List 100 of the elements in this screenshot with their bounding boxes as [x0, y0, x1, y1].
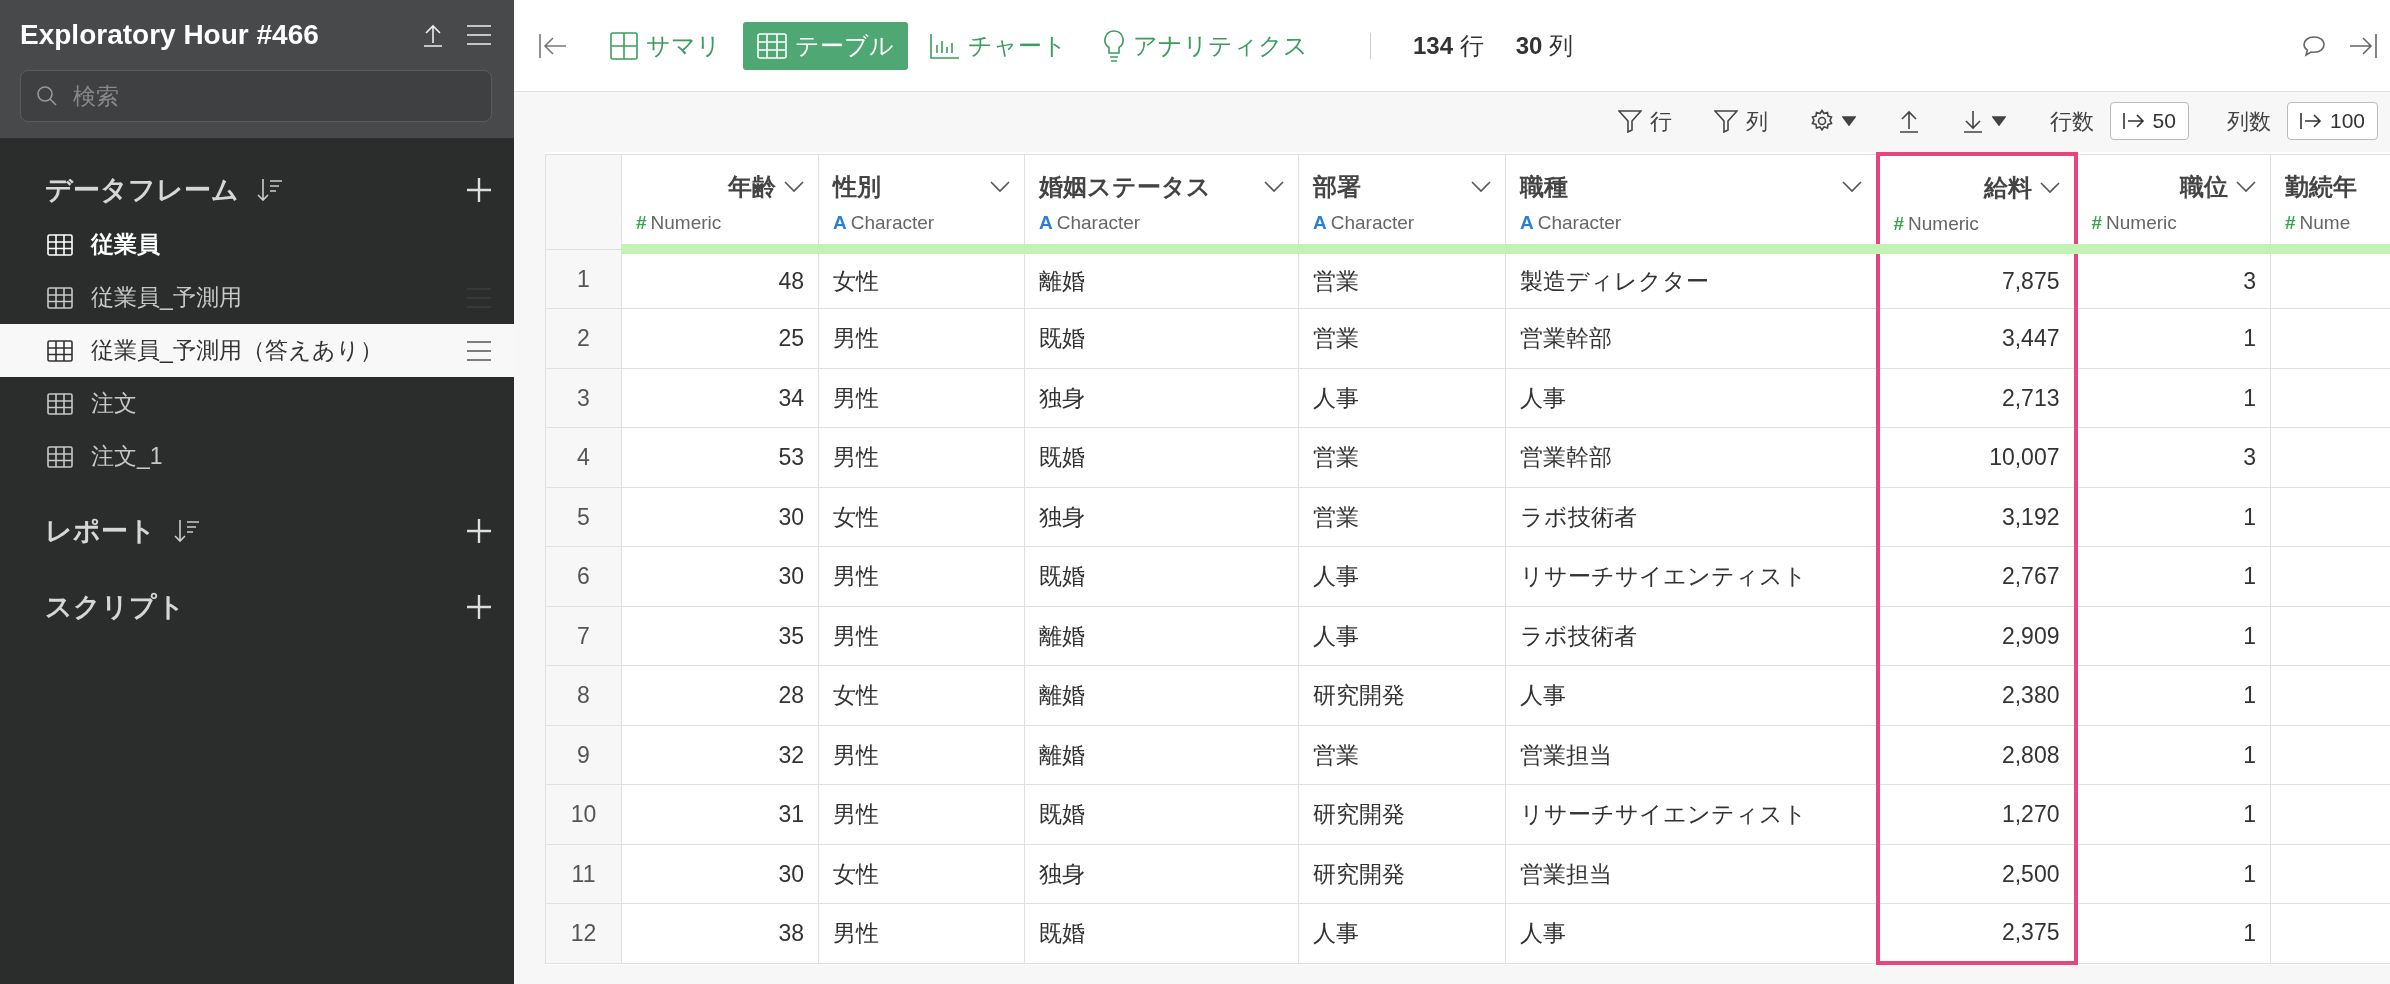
table-cell: 2,808: [1877, 725, 2076, 785]
table-cell: 男性: [818, 308, 1025, 368]
column-header[interactable]: 職位: [2180, 168, 2228, 205]
sort-icon[interactable]: [257, 177, 283, 203]
filter-button[interactable]: 行: [1611, 102, 1678, 140]
chevron-down-icon[interactable]: [1841, 180, 1862, 193]
column-header[interactable]: 職種: [1520, 168, 1568, 205]
menu-icon[interactable]: [466, 339, 492, 362]
section-title: レポート: [45, 514, 156, 548]
section-title: データフレーム: [45, 173, 239, 207]
column-header[interactable]: 勤続年: [2285, 168, 2357, 205]
upload-icon[interactable]: [422, 23, 444, 47]
table-cell: 2,767: [1877, 546, 2076, 606]
filter-button[interactable]: 列: [1707, 102, 1774, 140]
collapse-right-icon[interactable]: [2348, 32, 2378, 59]
table-cell: 1: [2075, 844, 2271, 904]
arrow-to-icon: [2299, 112, 2322, 130]
type-icon: A: [833, 208, 847, 237]
sidebar-item[interactable]: 従業員: [0, 218, 514, 271]
table-cell: 男性: [818, 368, 1025, 428]
column-type: Character: [1537, 210, 1622, 235]
plus-icon[interactable]: [466, 177, 492, 203]
row-number: 6: [545, 546, 622, 606]
table-cell: 営業: [1298, 487, 1506, 547]
table-cell: 男性: [818, 903, 1025, 963]
column-header[interactable]: 性別: [833, 168, 881, 205]
chevron-down-icon[interactable]: [1471, 180, 1491, 193]
grid-icon: [610, 31, 638, 60]
sort-icon[interactable]: [174, 518, 200, 544]
table-cell: 3,447: [1877, 308, 2076, 368]
collapse-left-icon[interactable]: [538, 32, 568, 59]
table-cell: 3: [2075, 427, 2271, 487]
column-header[interactable]: 婚姻ステータス: [1039, 168, 1211, 205]
type-icon: A: [1039, 208, 1053, 237]
upload-icon: [1897, 109, 1920, 133]
column-type: Character: [1330, 210, 1415, 235]
column-header[interactable]: 給料: [1983, 170, 2032, 206]
plus-icon[interactable]: [466, 594, 492, 620]
filter-icon: [1713, 109, 1738, 133]
chevron-down-icon[interactable]: [2039, 182, 2060, 194]
sidebar-item[interactable]: 従業員_予測用: [0, 271, 514, 324]
table-icon: [47, 392, 73, 415]
row-number: 12: [545, 903, 622, 963]
table-cell: 既婚: [1024, 903, 1299, 963]
table-cell: 独身: [1024, 368, 1299, 428]
chevron-down-icon[interactable]: [2236, 180, 2256, 193]
plus-icon[interactable]: [466, 518, 492, 544]
table-cell: 独身: [1024, 487, 1299, 547]
row-number: 9: [545, 725, 622, 785]
limit-field[interactable]: 100: [2286, 102, 2378, 140]
table-cell: 研究開発: [1298, 844, 1506, 904]
comment-icon[interactable]: [2302, 34, 2326, 57]
table-cell: 離婚: [1024, 606, 1299, 666]
table-cell: 離婚: [1024, 665, 1299, 725]
table-icon: [47, 339, 73, 362]
chevron-down-icon[interactable]: [784, 180, 804, 193]
column-type: Numeric: [1908, 212, 1979, 236]
table-cell: 人事: [1298, 606, 1506, 666]
sidebar-item[interactable]: 注文_1: [0, 430, 514, 483]
table-cell: 53: [621, 427, 819, 487]
type-icon: #: [636, 208, 647, 237]
table-cell: 男性: [818, 784, 1025, 844]
table-cell: 28: [621, 665, 819, 725]
column-header[interactable]: 部署: [1313, 168, 1361, 205]
row-number: 5: [545, 487, 622, 547]
table-cell: 1,270: [1877, 784, 2076, 844]
table-cell: 男性: [818, 606, 1025, 666]
table-cell: 2,380: [1877, 665, 2076, 725]
table-cell: 3,192: [1877, 487, 2076, 547]
row-number: 11: [545, 844, 622, 904]
table-cell: 営業: [1298, 427, 1506, 487]
sidebar-item[interactable]: 注文: [0, 377, 514, 430]
project-title: Exploratory Hour #466: [20, 18, 320, 52]
row-number: 10: [545, 784, 622, 844]
type-icon: #: [2285, 208, 2296, 237]
table-cell: 独身: [1024, 844, 1299, 904]
arrow-to-icon: [2122, 112, 2145, 130]
table-cell: 女性: [818, 487, 1025, 547]
table-cell: 35: [621, 606, 819, 666]
table-cell: 1: [2075, 368, 2271, 428]
table-cell: 1: [2075, 784, 2271, 844]
search-field[interactable]: 検索: [20, 70, 492, 122]
chevron-down-icon[interactable]: [990, 180, 1010, 193]
table-cell: 38: [621, 903, 819, 963]
limit-field[interactable]: 50: [2109, 102, 2189, 140]
type-icon: A: [1313, 208, 1327, 237]
count-label: 134 行: [1413, 30, 1484, 61]
search-icon: [36, 85, 58, 107]
sidebar-item[interactable]: 従業員_予測用（答えあり）: [0, 324, 514, 377]
column-header[interactable]: 年齢: [728, 168, 776, 205]
type-icon: A: [1520, 208, 1534, 237]
table-cell: 10,007: [1877, 427, 2076, 487]
table-cell: 32: [621, 725, 819, 785]
table-cell: 人事: [1298, 903, 1506, 963]
table-cell: 34: [621, 368, 819, 428]
chevron-down-icon[interactable]: [1264, 180, 1284, 193]
table-cell: 1: [2075, 903, 2271, 963]
table-icon: [47, 445, 73, 468]
row-number: 4: [545, 427, 622, 487]
column-type: Numeric: [2106, 210, 2177, 235]
